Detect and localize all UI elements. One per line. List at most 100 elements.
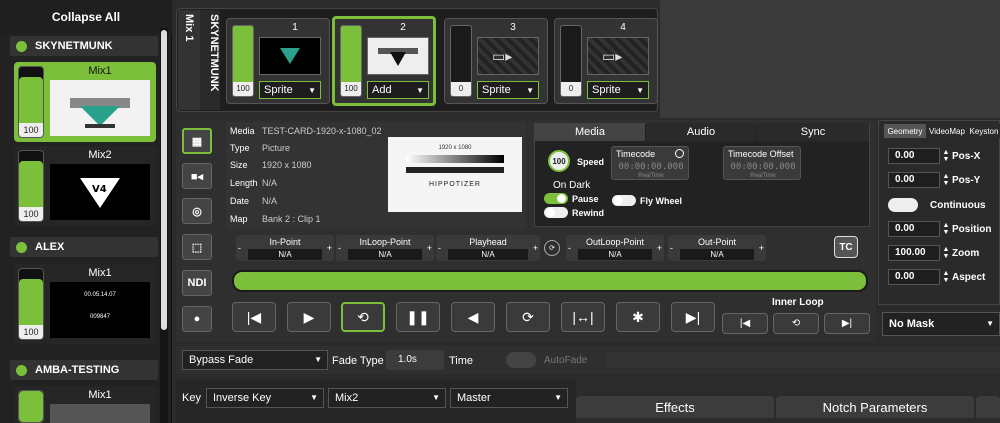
playback-progress-bar[interactable] (232, 270, 868, 292)
tab-notch-parameters[interactable]: Notch Parameters (776, 396, 974, 418)
inloop-point[interactable]: - InLoop-Point N/A + (336, 235, 434, 261)
point-value[interactable]: N/A (248, 249, 322, 260)
color-icon[interactable]: ● (182, 306, 212, 332)
mix-card-amba-mix1[interactable]: Mix1 (14, 386, 156, 423)
fade-mode-select[interactable]: Bypass Fade (182, 350, 328, 370)
loop-icon[interactable]: ⟳ (506, 302, 550, 332)
point-value[interactable]: N/A (578, 249, 652, 260)
sidebar-scroll-thumb[interactable] (161, 30, 167, 330)
inner-loop-toggle-icon[interactable]: ⟲ (773, 313, 819, 334)
position-value[interactable]: 0.00 (888, 221, 940, 237)
layer-2[interactable]: 2 100 Add (332, 16, 436, 106)
stepper-icon[interactable]: ▲ ▼ (940, 270, 952, 284)
tab-videomap[interactable]: VideoMap (927, 124, 967, 138)
speed-dial[interactable]: 100 (548, 150, 570, 172)
tab-geometry[interactable]: Geometry (884, 124, 926, 138)
autofade-slider[interactable] (606, 352, 1000, 368)
mix-fader[interactable]: 100 (18, 268, 44, 340)
play-icon[interactable]: ▶ (287, 302, 331, 332)
increment-icon[interactable]: + (427, 243, 432, 253)
layer-3[interactable]: 3 0 ▭▸ Sprite (444, 18, 548, 104)
autofade-toggle[interactable] (506, 352, 536, 368)
increment-icon[interactable]: + (327, 243, 332, 253)
point-value[interactable]: N/A (348, 249, 422, 260)
key-mode-select[interactable]: Inverse Key (206, 388, 324, 408)
inner-loop-start-icon[interactable]: |◀ (722, 313, 768, 334)
mix-fader[interactable] (18, 390, 44, 423)
aspect-value[interactable]: 0.00 (888, 269, 940, 285)
media-type-icon[interactable]: ▦ (182, 128, 212, 154)
pause-toggle-row[interactable]: Pause (544, 193, 599, 204)
freeze-icon[interactable]: ✱ (616, 302, 660, 332)
circle-target-icon[interactable]: ◎ (182, 198, 212, 224)
group-header-skynetmunk[interactable]: SKYNETMUNK (10, 36, 158, 56)
layer-fader[interactable]: 0 (450, 25, 472, 97)
camera-icon[interactable]: ■◂ (182, 163, 212, 189)
radio-icon[interactable] (675, 149, 684, 158)
play-reverse-icon[interactable]: ◀ (451, 302, 495, 332)
group-header-alex[interactable]: ALEX (10, 237, 158, 257)
rewind-toggle[interactable] (544, 207, 568, 218)
blend-mode-select[interactable]: Sprite (259, 81, 321, 99)
outloop-point[interactable]: - OutLoop-Point N/A + (566, 235, 664, 261)
rewind-toggle-row[interactable]: Rewind (544, 207, 604, 218)
fade-time-input[interactable]: 1.0s (386, 350, 444, 370)
point-value[interactable]: N/A (680, 249, 754, 260)
generator-icon[interactable]: ⬚ (182, 234, 212, 260)
mix-card-skynetmunk-mix1[interactable]: 100 Mix1 (14, 62, 156, 142)
key-source-select[interactable]: Mix2 (328, 388, 446, 408)
tab-keystone[interactable]: Keyston (968, 124, 1000, 138)
layer-fader[interactable]: 100 (232, 25, 254, 97)
inner-loop-end-icon[interactable]: ▶| (824, 313, 870, 334)
sync-playhead-icon[interactable]: ⟳ (544, 240, 560, 256)
blend-mode-select[interactable]: Sprite (587, 81, 649, 99)
tab-audio[interactable]: Audio (646, 123, 756, 141)
fly-wheel-row[interactable]: Fly Wheel (612, 195, 682, 206)
blend-mode-select[interactable]: Sprite (477, 81, 539, 99)
pos-y-row[interactable]: 0.00 ▲ ▼ Pos-Y (888, 171, 1000, 189)
key-target-select[interactable]: Master (450, 388, 568, 408)
collapse-all-button[interactable]: Collapse All (0, 0, 172, 34)
layer-fader[interactable]: 100 (340, 25, 362, 97)
pos-y-value[interactable]: 0.00 (888, 172, 940, 188)
playhead[interactable]: - Playhead N/A + (436, 235, 540, 261)
layer-4[interactable]: 4 0 ▭▸ Sprite (554, 18, 658, 104)
continuous-row[interactable]: Continuous (888, 196, 1000, 214)
increment-icon[interactable]: + (759, 243, 764, 253)
pause-icon[interactable]: ❚❚ (396, 302, 440, 332)
layer-fader[interactable]: 0 (560, 25, 582, 97)
blend-mode-select[interactable]: Add (367, 81, 429, 99)
increment-icon[interactable]: + (533, 243, 538, 253)
skip-to-end-icon[interactable]: ▶| (671, 302, 715, 332)
timecode-box[interactable]: Timecode 00:00:00.000 RealTime (611, 146, 689, 180)
stepper-icon[interactable]: ▲ ▼ (940, 246, 952, 260)
point-value[interactable]: N/A (448, 249, 528, 260)
skip-to-start-icon[interactable]: |◀ (232, 302, 276, 332)
in-point[interactable]: - In-Point N/A + (236, 235, 334, 261)
increment-icon[interactable]: + (657, 243, 662, 253)
tab-media[interactable]: Media (535, 123, 645, 141)
pause-toggle[interactable] (544, 193, 568, 204)
group-header-amba-testing[interactable]: AMBA-TESTING (10, 360, 158, 380)
mix-fader[interactable]: 100 (18, 150, 44, 222)
layer-1[interactable]: 1 100 Sprite (226, 18, 330, 104)
fly-wheel-toggle[interactable] (612, 195, 636, 206)
mask-select[interactable]: No Mask (882, 312, 1000, 336)
ndi-button[interactable]: NDI (182, 270, 212, 296)
stepper-icon[interactable]: ▲ ▼ (940, 173, 952, 187)
tc-button[interactable]: TC (834, 236, 858, 258)
bounce-icon[interactable]: |↔| (561, 302, 605, 332)
mix-fader[interactable]: 100 (18, 66, 44, 138)
pos-x-value[interactable]: 0.00 (888, 148, 940, 164)
tab-sync[interactable]: Sync (757, 123, 869, 141)
tab-overflow[interactable] (976, 396, 1000, 418)
continuous-toggle[interactable] (888, 198, 918, 212)
position-row[interactable]: 0.00 ▲ ▼ Position (888, 220, 1000, 238)
stepper-icon[interactable]: ▲ ▼ (940, 222, 952, 236)
mix-card-alex-mix1[interactable]: 100 Mix1 00.05.14.07 009847 (14, 264, 156, 344)
zoom-row[interactable]: 100.00 ▲ ▼ Zoom (888, 244, 1000, 262)
tab-effects[interactable]: Effects (576, 396, 774, 418)
out-point[interactable]: - Out-Point N/A + (668, 235, 766, 261)
loop-play-icon[interactable]: ⟲ (341, 302, 385, 332)
aspect-row[interactable]: 0.00 ▲ ▼ Aspect (888, 268, 1000, 286)
